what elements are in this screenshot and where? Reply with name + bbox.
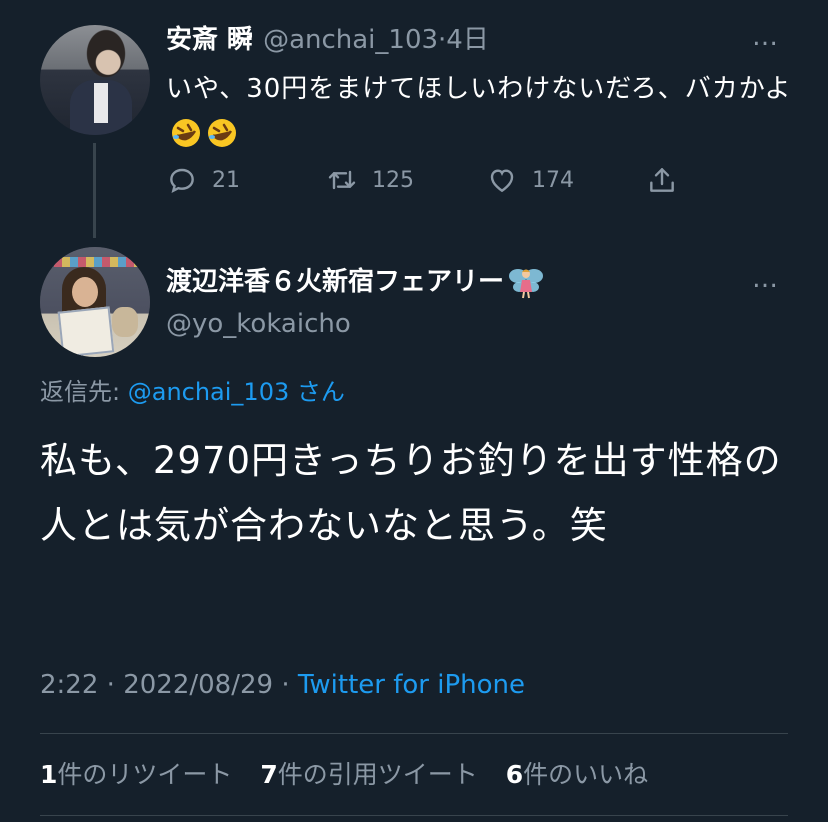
timestamp[interactable]: 2:22 [40,670,98,700]
meta-separator: · [106,670,115,700]
divider [40,733,788,734]
retweets-stat[interactable]: 1件のリツイート [40,760,232,789]
like-count: 174 [532,167,574,193]
meta-separator: · [281,670,290,700]
retweet-button[interactable]: 125 [326,160,414,200]
avatar-book [57,306,115,357]
replying-to-suffix: さん [296,378,345,406]
source-link[interactable]: Twitter for iPhone [298,670,525,700]
rolling-on-floor-laughing-emoji [208,119,236,147]
reply-icon [170,168,194,193]
rolling-on-floor-laughing-emoji [172,119,200,147]
reply-button[interactable]: 21 [166,160,240,200]
tweet-text-body: いや、30円をまけてほしいわけないだろ、バカかよ [166,74,792,104]
quote-tweets-count: 7 [260,760,278,789]
share-button[interactable] [646,160,678,200]
handle[interactable]: @yo_kokaicho [166,306,351,342]
retweets-count: 1 [40,760,58,789]
quote-tweets-label: 件の引用ツイート [277,760,478,789]
likes-label: 件のいいね [523,760,649,789]
tweet-text: 私も、2970円きっちりお釣りを出す性格の人とは気が合わないなと思う。笑 [40,439,782,547]
display-name[interactable]: 渡辺洋香６火新宿フェアリー [166,267,504,297]
display-name[interactable]: 安斎 瞬 [166,25,253,55]
fairy-emoji [509,268,544,298]
retweet-count: 125 [372,167,414,193]
replying-to-handle-link[interactable]: @anchai_103 [128,378,290,406]
replying-to: 返信先: @anchai_103 さん [40,374,345,410]
retweets-label: 件のリツイート [57,760,233,789]
tweet-metadata: 2:22 · 2022/08/29 · Twitter for iPhone [40,666,525,704]
author-name-row: 安斎 瞬 @anchai_103·4日 [166,22,489,58]
tweet-text: いや、30円をまけてほしいわけないだろ、バカかよ [166,66,796,158]
date[interactable]: 2022/08/29 [123,670,273,700]
avatar-figure-shirt [94,83,108,123]
author-name-row: 渡辺洋香６火新宿フェアリー [166,264,544,300]
likes-count: 6 [505,760,524,789]
handle[interactable]: @anchai_103·4日 [263,25,489,55]
divider [40,815,788,816]
engagement-stats: 1件のリツイート 7件の引用ツイート 6件のいいね [40,756,668,794]
timestamp[interactable]: 4日 [446,25,489,55]
retweet-icon [328,170,356,190]
likes-stat[interactable]: 6件のいいね [506,760,648,789]
avatar-face [72,277,98,307]
more-options-icon[interactable]: … [752,22,779,52]
avatar[interactable] [40,247,150,357]
share-icon [650,168,674,192]
avatar-dog [112,307,138,337]
replying-to-label: 返信先: [40,378,121,406]
quote-tweets-stat[interactable]: 7件の引用ツイート [260,760,477,789]
reply-count: 21 [212,167,240,193]
like-button[interactable]: 174 [486,160,574,200]
avatar[interactable] [40,25,150,135]
more-options-icon[interactable]: … [752,264,779,294]
avatar-bunting [54,257,138,267]
heart-icon [490,169,514,193]
tweet-actions: 21 125 174 [0,160,828,200]
